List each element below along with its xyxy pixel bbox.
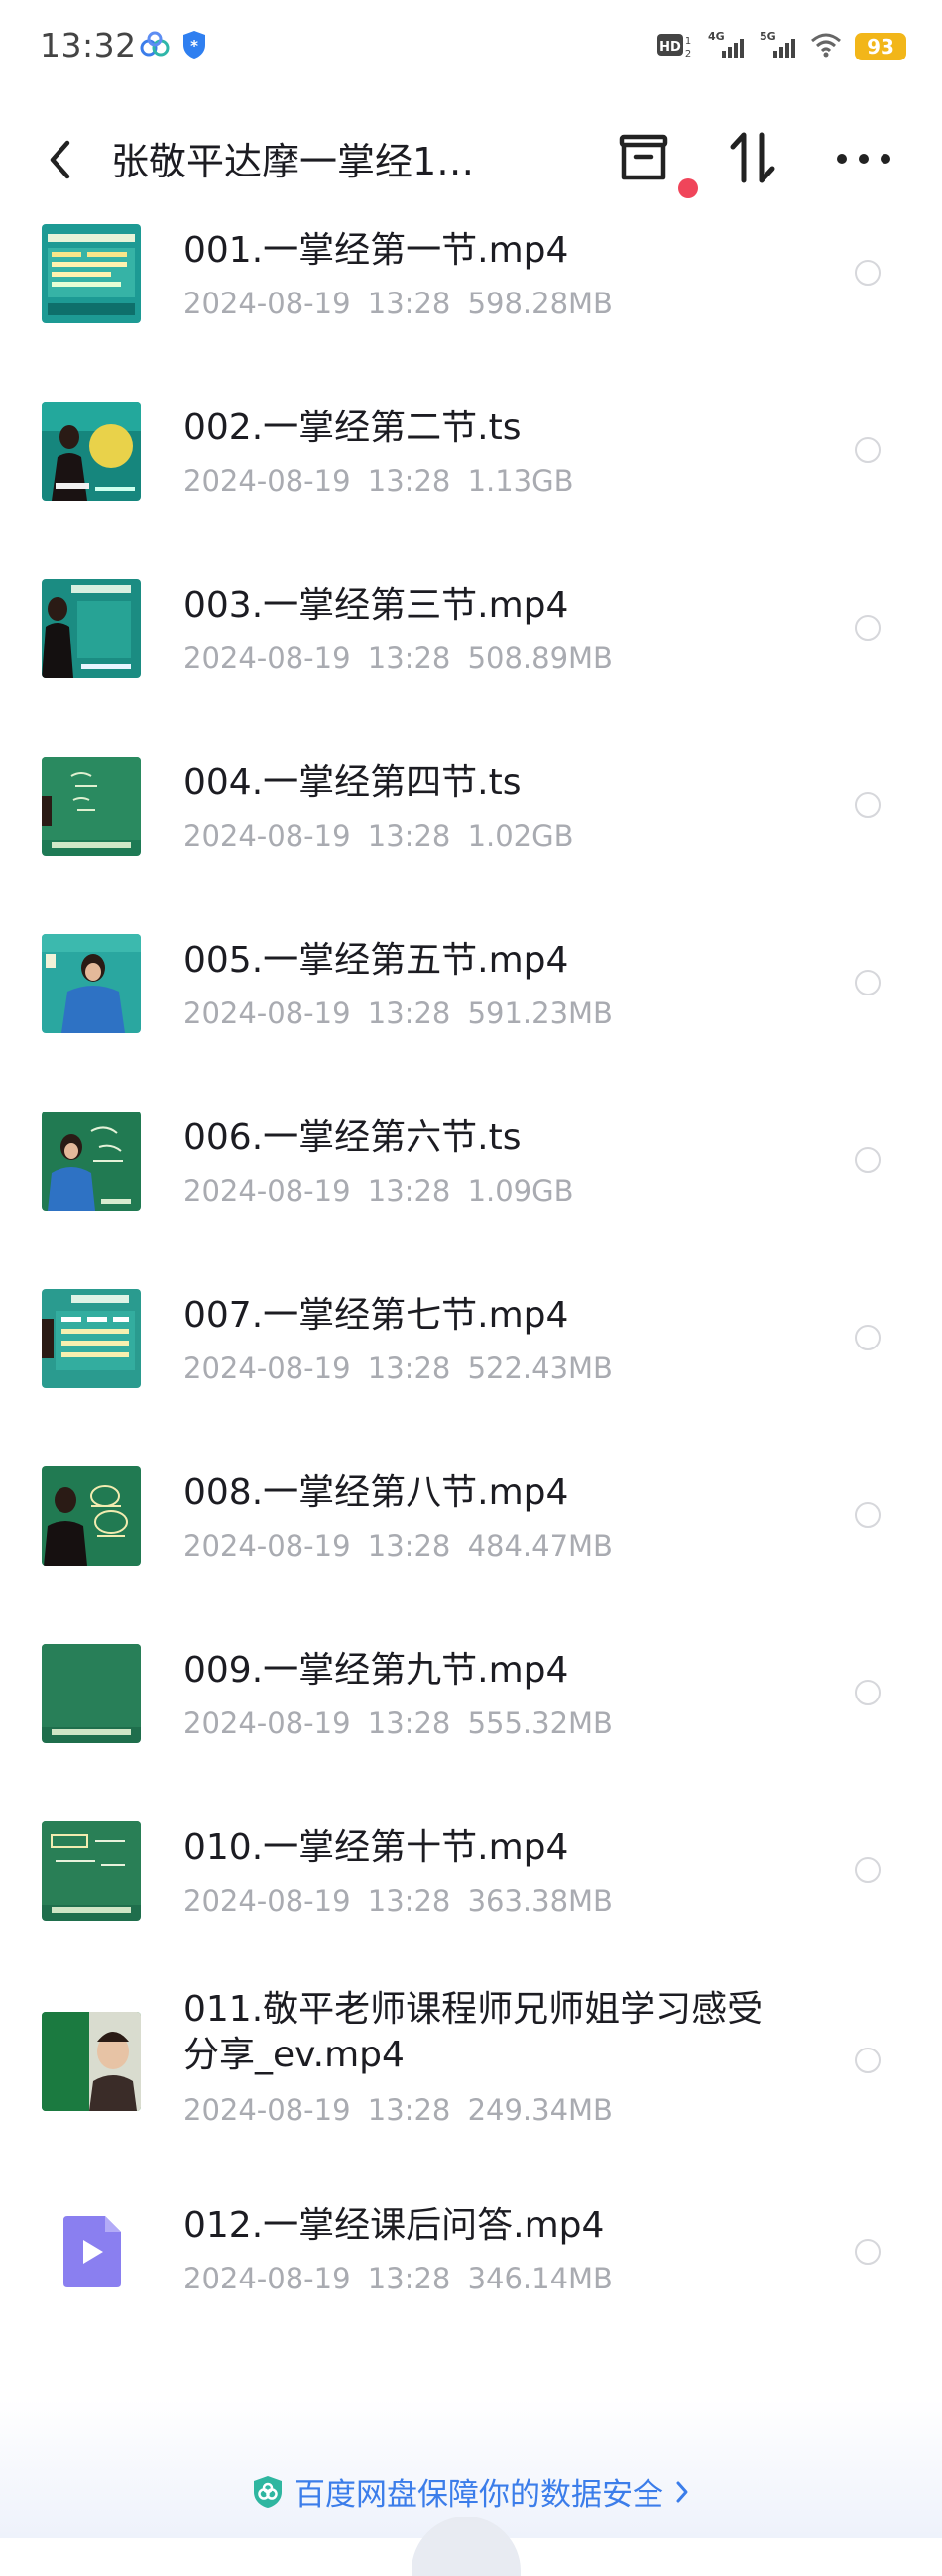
wifi-icon <box>809 31 843 62</box>
file-item[interactable]: 011.敬平老师课程师兄师姐学习感受分享_ev.mp4 2024-08-19 1… <box>0 1979 942 2183</box>
home-indicator-arc <box>412 2517 521 2576</box>
sort-button[interactable] <box>718 123 787 192</box>
svg-text:*: * <box>190 37 198 55</box>
file-item[interactable]: 007.一掌经第七节.mp4 2024-08-19 13:28 522.43MB <box>0 1269 942 1447</box>
video-thumbnail <box>42 934 141 1033</box>
file-meta: 2024-08-19 13:28 249.34MB <box>183 2093 613 2127</box>
file-meta: 2024-08-19 13:28 1.02GB <box>183 819 574 853</box>
video-thumbnail <box>42 2012 141 2111</box>
file-item[interactable]: 004.一掌经第四节.ts 2024-08-19 13:28 1.02GB <box>0 737 942 914</box>
file-meta: 2024-08-19 13:28 522.43MB <box>183 1351 613 1385</box>
file-meta: 2024-08-19 13:28 591.23MB <box>183 996 613 1030</box>
status-bar: 13:32 * HD 1 2 4G 5G 93 <box>0 0 942 95</box>
file-item[interactable]: 012.一掌经课后问答.mp4 2024-08-19 13:28 346.14M… <box>0 2183 942 2372</box>
video-thumbnail <box>42 1644 141 1743</box>
video-thumbnail <box>42 1112 141 1211</box>
select-checkbox[interactable] <box>855 1325 881 1350</box>
4g-signal-icon: 4G <box>706 29 746 64</box>
security-text: 百度网盘保障你的数据安全 <box>294 2477 663 2513</box>
svg-text:1: 1 <box>685 36 691 47</box>
file-name: 011.敬平老师课程师兄师姐学习感受分享_ev.mp4 <box>183 1989 764 2075</box>
file-name: 005.一掌经第五节.mp4 <box>183 940 569 981</box>
video-file-icon <box>42 2202 141 2301</box>
footer: 百度网盘保障你的数据安全 <box>0 2400 942 2576</box>
file-name: 012.一掌经课后问答.mp4 <box>183 2205 605 2246</box>
file-name: 006.一掌经第六节.ts <box>183 1117 522 1158</box>
select-checkbox[interactable] <box>855 615 881 641</box>
status-indicators: HD 1 2 4G 5G 93 <box>656 30 906 63</box>
file-name: 009.一掌经第九节.mp4 <box>183 1650 569 1691</box>
video-thumbnail <box>42 757 141 856</box>
video-thumbnail <box>42 224 141 323</box>
file-meta: 2024-08-19 13:28 1.13GB <box>183 464 574 498</box>
file-meta: 2024-08-19 13:28 1.09GB <box>183 1174 574 1208</box>
baidu-app-icon: * <box>181 30 211 59</box>
file-item[interactable]: 010.一掌经第十节.mp4 2024-08-19 13:28 363.38MB <box>0 1802 942 1979</box>
security-link[interactable]: 百度网盘保障你的数据安全 <box>0 2469 942 2514</box>
file-meta: 2024-08-19 13:28 346.14MB <box>183 2262 613 2295</box>
select-checkbox[interactable] <box>855 970 881 995</box>
select-checkbox[interactable] <box>855 2048 881 2073</box>
file-name: 007.一掌经第七节.mp4 <box>183 1295 569 1336</box>
video-thumbnail <box>42 1289 141 1388</box>
file-meta: 2024-08-19 13:28 484.47MB <box>183 1529 613 1563</box>
status-time: 13:32 <box>40 26 137 64</box>
battery-icon: 93 <box>855 33 906 60</box>
file-item[interactable]: 001.一掌经第一节.mp4 2024-08-19 13:28 598.28MB <box>0 204 942 382</box>
file-item[interactable]: 003.一掌经第三节.mp4 2024-08-19 13:28 508.89MB <box>0 559 942 737</box>
notification-dot <box>678 178 698 198</box>
archive-button[interactable] <box>609 123 678 192</box>
video-thumbnail <box>42 402 141 501</box>
select-checkbox[interactable] <box>855 260 881 286</box>
video-thumbnail <box>42 1821 141 1921</box>
file-name: 008.一掌经第八节.mp4 <box>183 1472 569 1513</box>
back-button[interactable] <box>40 135 83 184</box>
select-checkbox[interactable] <box>855 437 881 463</box>
hd-icon: HD 1 2 <box>656 30 694 63</box>
file-item[interactable]: 008.一掌经第八节.mp4 2024-08-19 13:28 484.47MB <box>0 1447 942 1624</box>
file-item[interactable]: 009.一掌经第九节.mp4 2024-08-19 13:28 555.32MB <box>0 1624 942 1802</box>
page-title: 张敬平达摩一掌经1… <box>111 140 475 183</box>
file-name: 002.一掌经第二节.ts <box>183 408 522 448</box>
more-icon <box>837 154 890 164</box>
file-meta: 2024-08-19 13:28 508.89MB <box>183 642 613 675</box>
file-meta: 2024-08-19 13:28 363.38MB <box>183 1884 613 1918</box>
file-name: 001.一掌经第一节.mp4 <box>183 230 569 271</box>
select-checkbox[interactable] <box>855 2239 881 2265</box>
archive-icon <box>619 134 668 180</box>
file-list: 001.一掌经第一节.mp4 2024-08-19 13:28 598.28MB… <box>0 204 942 2372</box>
select-checkbox[interactable] <box>855 792 881 818</box>
file-item[interactable]: 006.一掌经第六节.ts 2024-08-19 13:28 1.09GB <box>0 1092 942 1269</box>
file-item[interactable]: 002.一掌经第二节.ts 2024-08-19 13:28 1.13GB <box>0 382 942 559</box>
more-button[interactable] <box>829 123 898 192</box>
sort-icon <box>730 132 775 183</box>
svg-text:5G: 5G <box>760 30 776 43</box>
cloud-app-icon <box>139 30 170 59</box>
svg-text:4G: 4G <box>708 30 725 43</box>
5g-signal-icon: 5G <box>758 29 797 64</box>
file-meta: 2024-08-19 13:28 598.28MB <box>183 287 613 320</box>
svg-text:2: 2 <box>685 49 691 59</box>
select-checkbox[interactable] <box>855 1680 881 1705</box>
chevron-right-icon <box>676 2481 688 2502</box>
select-checkbox[interactable] <box>855 1857 881 1883</box>
select-checkbox[interactable] <box>855 1147 881 1173</box>
svg-text:HD: HD <box>659 40 681 55</box>
shield-icon <box>254 2475 282 2508</box>
video-thumbnail <box>42 579 141 678</box>
chevron-left-icon <box>50 140 70 179</box>
video-thumbnail <box>42 1466 141 1566</box>
file-item[interactable]: 005.一掌经第五节.mp4 2024-08-19 13:28 591.23MB <box>0 914 942 1092</box>
file-name: 003.一掌经第三节.mp4 <box>183 585 569 626</box>
file-name: 004.一掌经第四节.ts <box>183 762 522 803</box>
select-checkbox[interactable] <box>855 1502 881 1528</box>
file-name: 010.一掌经第十节.mp4 <box>183 1827 569 1868</box>
file-meta: 2024-08-19 13:28 555.32MB <box>183 1706 613 1740</box>
